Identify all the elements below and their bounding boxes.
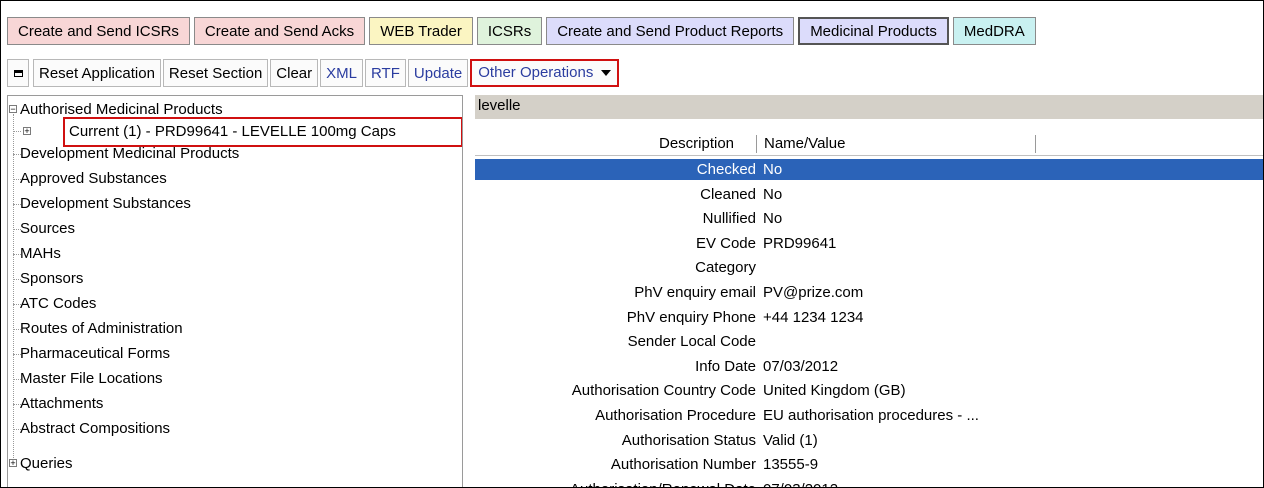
tree-item[interactable]: Master File Locations xyxy=(20,368,163,390)
detail-row[interactable]: Sender Local Code xyxy=(475,331,1263,352)
tab-web-trader[interactable]: WEB Trader xyxy=(369,17,473,45)
xml-button[interactable]: XML xyxy=(320,59,363,87)
detail-value: PRD99641 xyxy=(763,234,837,252)
module-tab-bar: Create and Send ICSRs Create and Send Ac… xyxy=(7,17,1040,47)
clear-button[interactable]: Clear xyxy=(270,59,319,87)
detail-row[interactable]: EV Code PRD99641 xyxy=(475,233,1263,254)
tree-item-current-product[interactable]: Current (1) - PRD99641 - LEVELLE 100mg C… xyxy=(69,121,396,143)
detail-row[interactable]: Authorisation Status Valid (1) xyxy=(475,430,1263,451)
navigation-tree: − Authorised Medicinal Products + Curren… xyxy=(7,95,463,487)
detail-value: 07/03/2012 xyxy=(763,357,839,375)
detail-row[interactable]: Cleaned No xyxy=(475,184,1263,205)
caret-down-icon xyxy=(601,70,612,77)
tab-create-send-product-reports[interactable]: Create and Send Product Reports xyxy=(546,17,795,45)
detail-row[interactable]: Authorisation Number 13555-9 xyxy=(475,454,1263,475)
tree-item[interactable]: Sources xyxy=(20,218,75,240)
detail-row[interactable]: Checked No xyxy=(475,159,1263,180)
tree-item[interactable]: Sponsors xyxy=(20,268,83,290)
detail-value: Valid (1) xyxy=(763,431,818,449)
detail-label: EV Code xyxy=(695,234,756,252)
tab-icsrs[interactable]: ICSRs xyxy=(476,17,543,45)
detail-value: EU authorisation procedures - ... xyxy=(763,407,979,424)
tree-item[interactable]: ATC Codes xyxy=(20,293,96,315)
rtf-button[interactable]: RTF xyxy=(365,59,406,87)
column-divider xyxy=(756,135,757,153)
reset-section-button[interactable]: Reset Section xyxy=(162,59,269,87)
column-divider xyxy=(1035,135,1036,153)
detail-label: Authorisation Number xyxy=(610,456,756,474)
expand-icon[interactable]: + xyxy=(23,127,31,136)
tree-item[interactable]: MAHs xyxy=(20,243,61,265)
tree-item[interactable]: Abstract Compositions xyxy=(20,418,170,440)
collapse-icon[interactable]: − xyxy=(9,105,17,114)
detail-value: No xyxy=(763,210,783,228)
detail-label: Authorisation/Renewal Date xyxy=(570,479,756,487)
tree-item[interactable]: Routes of Administration xyxy=(20,318,183,340)
detail-label: Sender Local Code xyxy=(627,333,756,351)
tree-item-queries[interactable]: Queries xyxy=(20,453,73,475)
tree-item[interactable]: Approved Substances xyxy=(20,168,167,190)
minimize-icon[interactable] xyxy=(7,59,29,87)
detail-label: Category xyxy=(695,259,756,277)
tab-meddra[interactable]: MedDRA xyxy=(952,17,1036,45)
other-operations-label: Other Operations xyxy=(478,64,594,81)
detail-label: Nullified xyxy=(702,210,756,228)
tab-create-send-acks[interactable]: Create and Send Acks xyxy=(193,17,366,45)
tree-item[interactable]: Development Medicinal Products xyxy=(20,143,239,165)
detail-label: PhV enquiry email xyxy=(634,284,756,301)
reset-application-button[interactable]: Reset Application xyxy=(33,59,161,87)
tree-item[interactable]: Pharmaceutical Forms xyxy=(20,343,170,365)
detail-value: 13555-9 xyxy=(763,456,819,474)
expand-icon[interactable]: + xyxy=(9,459,17,468)
detail-value: United Kingdom (GB) xyxy=(763,382,906,400)
detail-label: Checked xyxy=(696,161,756,178)
tree-item[interactable]: Attachments xyxy=(20,393,103,415)
detail-value: No xyxy=(763,161,783,178)
detail-label: Cleaned xyxy=(700,185,756,203)
detail-label: Authorisation Status xyxy=(621,431,756,449)
other-operations-dropdown[interactable]: Other Operations xyxy=(470,59,620,87)
detail-row[interactable]: Authorisation Procedure EU authorisation … xyxy=(475,405,1263,426)
detail-row[interactable]: Nullified No xyxy=(475,208,1263,229)
tree-guide-line xyxy=(13,114,14,464)
detail-row[interactable]: Category xyxy=(475,257,1263,278)
detail-value: 07/03/2012 xyxy=(763,479,838,487)
detail-row[interactable]: PhV enquiry Phone +44 1234 1234 xyxy=(475,307,1263,328)
app-window: Create and Send ICSRs Create and Send Ac… xyxy=(0,0,1264,488)
detail-value: +44 1234 1234 xyxy=(763,308,864,326)
tree-item[interactable]: Development Substances xyxy=(20,193,191,215)
detail-label: Info Date xyxy=(695,357,756,375)
detail-row[interactable]: Authorisation Country Code United Kingdom… xyxy=(475,380,1263,401)
tree-connector xyxy=(13,131,21,132)
detail-label: Authorisation Country Code xyxy=(571,382,756,400)
detail-label: PhV enquiry Phone xyxy=(626,308,756,326)
details-header: levelle xyxy=(475,95,1263,119)
details-panel: levelle Description Name/Value Checked No… xyxy=(475,95,1263,487)
detail-row[interactable]: Info Date 07/03/2012 xyxy=(475,356,1263,377)
column-name-value-header[interactable]: Name/Value xyxy=(764,133,845,155)
column-description-header[interactable]: Description xyxy=(659,133,734,155)
header-separator xyxy=(475,155,1263,156)
detail-row[interactable]: PhV enquiry email PV@prize.com xyxy=(475,282,1263,303)
detail-value: PV@prize.com xyxy=(763,284,864,301)
update-button[interactable]: Update xyxy=(407,59,469,87)
toolbar: Reset Application Reset Section Clear XM… xyxy=(7,57,621,89)
tab-medicinal-products[interactable]: Medicinal Products xyxy=(798,17,949,45)
detail-row[interactable]: Authorisation/Renewal Date 07/03/2012 xyxy=(475,479,1263,487)
detail-label: Authorisation Procedure xyxy=(595,407,756,424)
tab-create-send-icsrs[interactable]: Create and Send ICSRs xyxy=(7,17,190,45)
detail-value: No xyxy=(763,185,783,203)
